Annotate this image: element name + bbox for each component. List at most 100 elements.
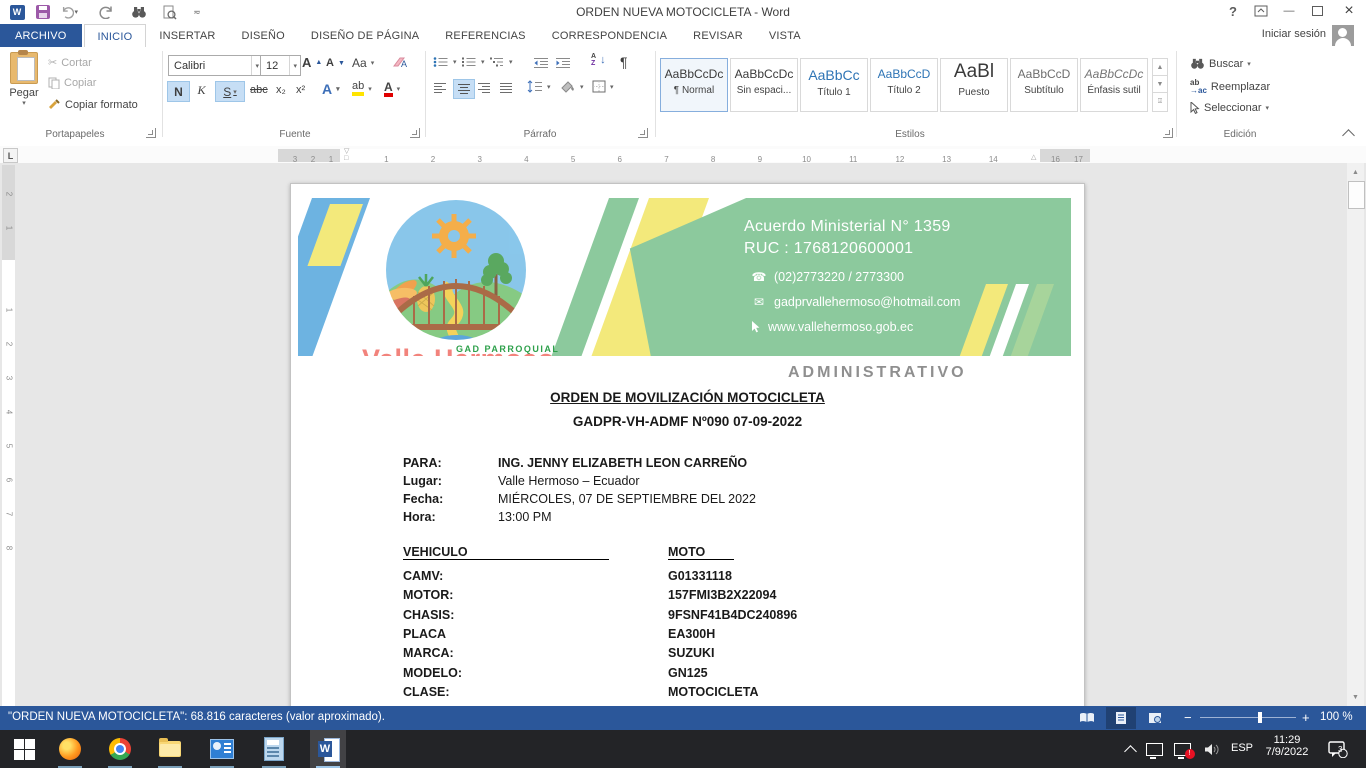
shrink-font-button[interactable]: A▼ — [326, 57, 345, 69]
cut-button[interactable]: ✂ Cortar — [48, 56, 92, 69]
close-icon[interactable]: × — [1336, 2, 1362, 20]
font-size-combo[interactable]: 12▾ — [260, 55, 301, 76]
style-titulo-2[interactable]: AaBbCcD Título 2 — [870, 58, 938, 112]
tab-vista[interactable]: VISTA — [756, 24, 814, 47]
find-button[interactable]: Buscar▾ — [1190, 57, 1251, 70]
subscript-button[interactable]: x₂ — [276, 84, 286, 96]
notification-icon[interactable]: 3 — [1326, 737, 1350, 761]
tab-referencias[interactable]: REFERENCIAS — [432, 24, 538, 47]
align-center-button[interactable] — [453, 79, 475, 99]
right-indent-marker[interactable]: △ — [1031, 155, 1036, 161]
app-window-icon[interactable] — [210, 737, 234, 761]
web-layout-button[interactable] — [1140, 707, 1170, 729]
italic-button[interactable]: K — [191, 81, 212, 100]
avatar[interactable] — [1332, 25, 1354, 46]
font-name-combo[interactable]: Calibri▾ — [168, 55, 263, 76]
sort-button[interactable]: AZ↓ — [591, 53, 606, 67]
sign-in-link[interactable]: Iniciar sesión — [1262, 28, 1326, 40]
font-dialog-launcher[interactable] — [410, 128, 420, 138]
scrollbar-thumb[interactable] — [1348, 181, 1365, 209]
decrease-indent-button[interactable] — [533, 56, 549, 74]
tab-diseno-de-pagina[interactable]: DISEÑO DE PÁGINA — [298, 24, 432, 47]
styles-dialog-launcher[interactable] — [1163, 128, 1173, 138]
vertical-ruler[interactable]: 21 12345678 — [2, 165, 15, 706]
zoom-in-icon[interactable]: + — [1302, 710, 1310, 725]
tab-archivo[interactable]: ARCHIVO — [0, 24, 82, 47]
superscript-button[interactable]: x² — [296, 84, 305, 96]
horizontal-ruler[interactable]: 321 1234567891011121314 1617 ▽ □ △ — [278, 149, 1090, 162]
style-subtitulo[interactable]: AaBbCcD Subtítulo — [1010, 58, 1078, 112]
text-effects-button[interactable]: A▾ — [322, 81, 340, 97]
tab-diseno[interactable]: DISEÑO — [229, 24, 298, 47]
strikethrough-button[interactable]: abc — [250, 84, 268, 96]
minimize-icon[interactable]: — — [1276, 2, 1302, 20]
restore-icon[interactable] — [1304, 2, 1330, 20]
align-right-button[interactable] — [477, 81, 491, 99]
style-titulo-1[interactable]: AaBbCc Título 1 — [800, 58, 868, 112]
zoom-out-icon[interactable]: − — [1184, 710, 1192, 725]
word-taskbar-button[interactable]: W — [310, 730, 346, 768]
styles-scroll-down-icon[interactable]: ▼ — [1152, 76, 1168, 93]
replace-button[interactable]: ab→ac Reemplazar — [1190, 79, 1270, 95]
undo-icon[interactable]: ▾ — [60, 4, 78, 20]
save-icon[interactable] — [34, 4, 52, 20]
language-indicator[interactable]: ESP — [1231, 742, 1253, 754]
vertical-scrollbar[interactable]: ▲ ▼ — [1347, 163, 1364, 706]
justify-button[interactable] — [499, 81, 513, 99]
numbering-button[interactable]: ▾ — [461, 56, 485, 68]
help-icon[interactable]: ? — [1220, 2, 1246, 20]
clipboard-dialog-launcher[interactable] — [146, 128, 156, 138]
change-case-button[interactable]: Aa▾ — [352, 56, 374, 70]
tab-inicio[interactable]: INICIO — [84, 24, 147, 48]
font-color-button[interactable]: A▾ — [384, 81, 400, 97]
paste-button[interactable]: Pegar ▾ — [4, 52, 44, 107]
chrome-icon[interactable] — [108, 737, 132, 761]
redo-icon[interactable] — [98, 4, 116, 20]
volume-icon[interactable] — [1200, 737, 1224, 761]
style-enfasis-sutil[interactable]: AaBbCcDc Énfasis sutil — [1080, 58, 1148, 112]
style-normal[interactable]: AaBbCcDc ¶ Normal — [660, 58, 728, 112]
shading-button[interactable]: ▾ — [560, 80, 584, 93]
styles-scroll-up-icon[interactable]: ▲ — [1152, 58, 1168, 76]
paragraph-dialog-launcher[interactable] — [638, 128, 648, 138]
find-qat-icon[interactable] — [130, 4, 148, 20]
tab-revisar[interactable]: REVISAR — [680, 24, 756, 47]
tray-expand-icon[interactable] — [1118, 737, 1142, 761]
highlight-color-button[interactable]: ab▾ — [352, 81, 372, 96]
bullets-button[interactable]: ▾ — [433, 56, 457, 68]
tab-correspondencia[interactable]: CORRESPONDENCIA — [539, 24, 680, 47]
customize-qat-icon[interactable]: ≂ — [188, 4, 206, 20]
select-button[interactable]: Seleccionar▾ — [1190, 102, 1269, 114]
action-center-icon[interactable]: ! — [1170, 737, 1194, 761]
style-puesto[interactable]: AaBl Puesto — [940, 58, 1008, 112]
print-layout-button[interactable] — [1106, 707, 1136, 729]
style-sin-espacio[interactable]: AaBbCcDc Sin espaci... — [730, 58, 798, 112]
firefox-icon[interactable] — [58, 737, 82, 761]
styles-gallery-scroll[interactable]: ▲ ▼ ⍗ — [1152, 58, 1168, 112]
read-mode-button[interactable] — [1072, 707, 1102, 729]
clear-formatting-button[interactable]: A — [392, 55, 408, 75]
ribbon-display-options-icon[interactable] — [1248, 2, 1274, 20]
zoom-slider-track[interactable] — [1200, 717, 1296, 718]
hanging-indent-marker[interactable]: □ — [344, 156, 348, 162]
print-preview-icon[interactable] — [160, 4, 178, 20]
increase-indent-button[interactable] — [555, 56, 571, 74]
tab-selector[interactable]: L — [3, 148, 18, 163]
bold-button[interactable]: N — [167, 81, 190, 102]
start-button[interactable] — [12, 737, 36, 761]
styles-more-icon[interactable]: ⍗ — [1152, 93, 1168, 112]
grow-font-button[interactable]: A▲ — [302, 55, 322, 70]
copy-button[interactable]: Copiar — [48, 77, 96, 89]
calculator-icon[interactable] — [262, 737, 286, 761]
clock[interactable]: 11:29 7/9/2022 — [1262, 734, 1312, 758]
zoom-slider-thumb[interactable] — [1258, 712, 1262, 723]
scroll-up-icon[interactable]: ▲ — [1348, 164, 1363, 180]
scroll-down-icon[interactable]: ▼ — [1348, 689, 1363, 705]
document-page[interactable]: Acuerdo Ministerial N° 1359 RUC : 176812… — [290, 183, 1085, 706]
show-marks-button[interactable]: ¶ — [620, 54, 628, 70]
zoom-level[interactable]: 100 % — [1320, 711, 1353, 723]
collapse-ribbon-icon[interactable] — [1344, 127, 1356, 139]
format-painter-button[interactable]: Copiar formato — [48, 99, 138, 111]
borders-button[interactable]: ▾ — [592, 80, 614, 93]
multilevel-list-button[interactable]: ▾ — [489, 56, 513, 68]
